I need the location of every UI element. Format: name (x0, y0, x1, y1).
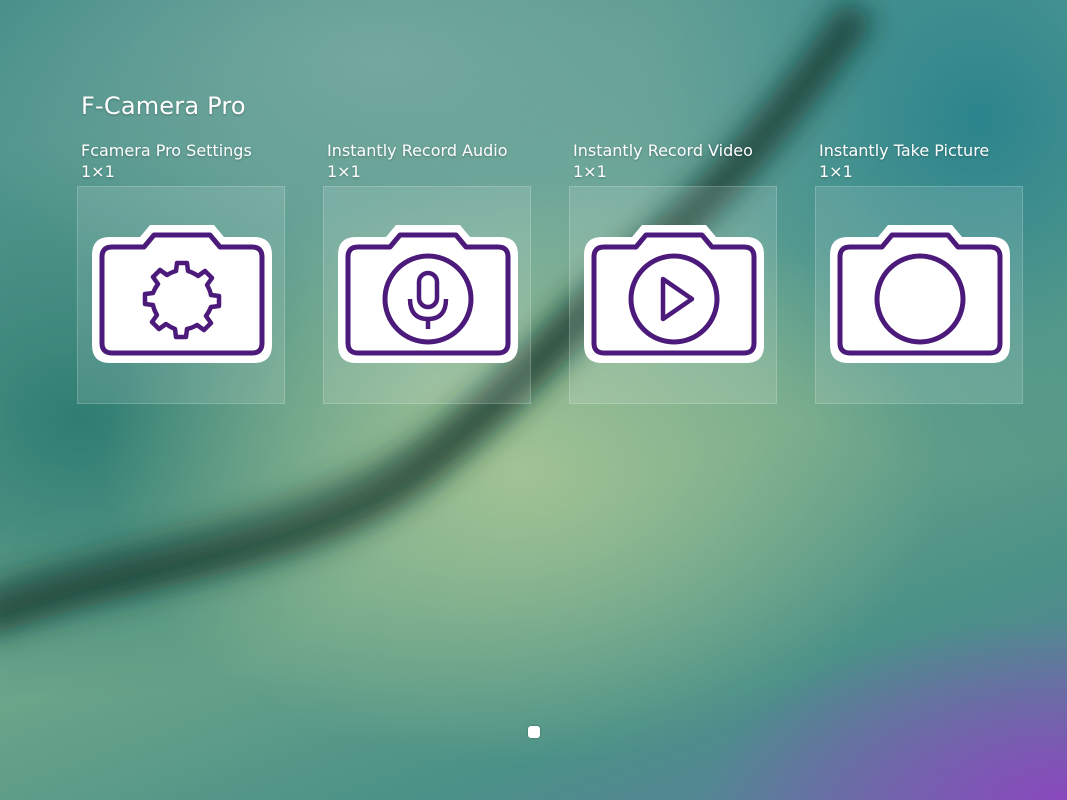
page-indicator-dot[interactable] (528, 726, 540, 738)
camera-play-icon (584, 225, 764, 363)
widget-size: 1×1 (819, 162, 853, 181)
widget-preview[interactable] (569, 186, 777, 404)
widget-preview[interactable] (323, 186, 531, 404)
widget-size: 1×1 (81, 162, 115, 181)
widget-take-picture[interactable]: Instantly Take Picture 1×1 (815, 140, 1025, 404)
camera-settings-icon (92, 225, 272, 363)
widget-size: 1×1 (327, 162, 361, 181)
widget-label: Fcamera Pro Settings (81, 141, 252, 160)
widget-settings[interactable]: Fcamera Pro Settings 1×1 (77, 140, 287, 404)
widget-preview[interactable] (77, 186, 285, 404)
widget-label: Instantly Record Audio (327, 141, 508, 160)
widget-label: Instantly Take Picture (819, 141, 990, 160)
widget-preview[interactable] (815, 186, 1023, 404)
widget-label: Instantly Record Video (573, 141, 753, 160)
app-title: F-Camera Pro (81, 92, 246, 120)
widget-size: 1×1 (573, 162, 607, 181)
widget-record-video[interactable]: Instantly Record Video 1×1 (569, 140, 779, 404)
widget-record-audio[interactable]: Instantly Record Audio 1×1 (323, 140, 533, 404)
camera-shutter-icon (830, 225, 1010, 363)
camera-microphone-icon (338, 225, 518, 363)
